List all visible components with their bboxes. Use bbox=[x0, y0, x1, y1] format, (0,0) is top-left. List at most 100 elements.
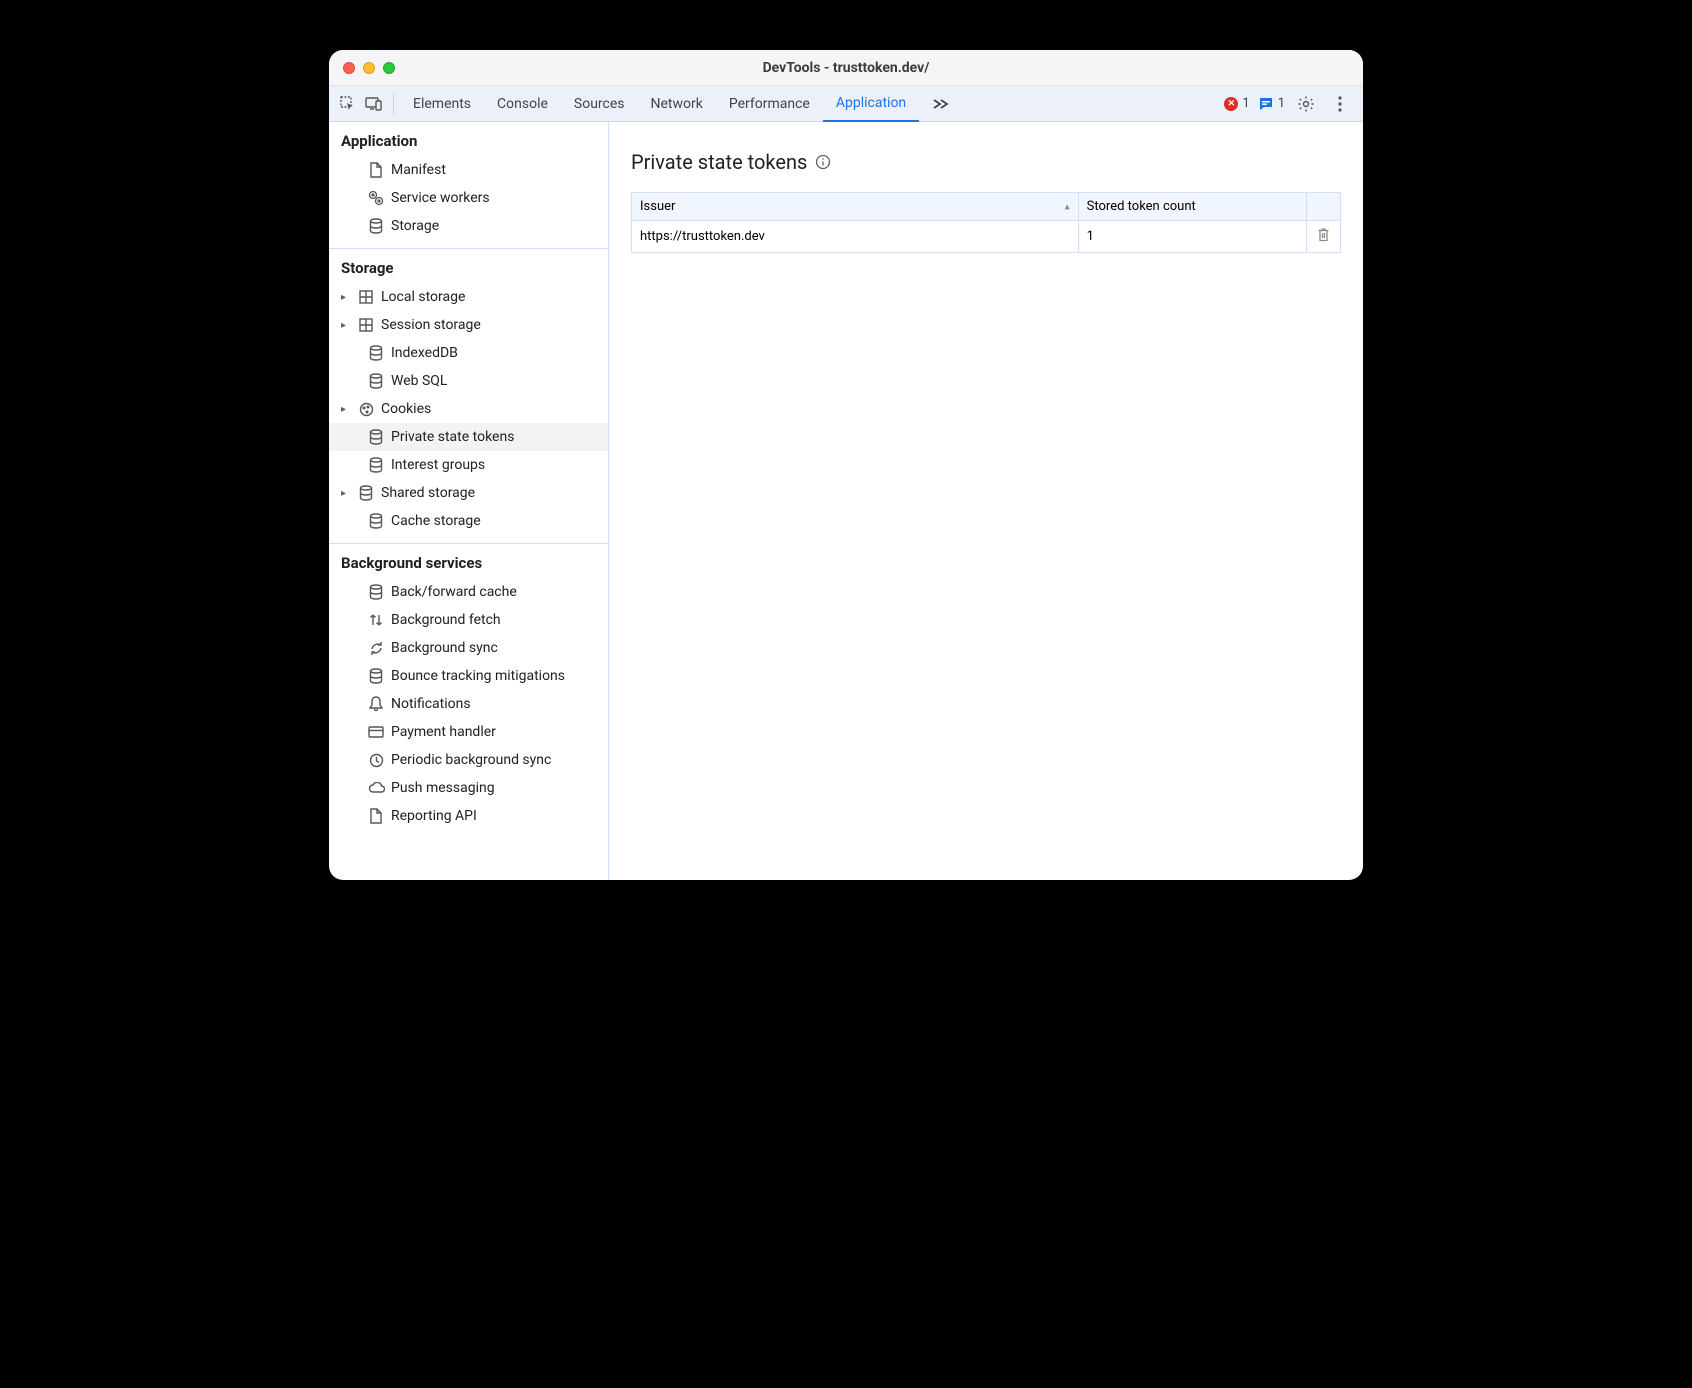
database-icon bbox=[367, 373, 385, 389]
section-title-storage: Storage bbox=[329, 249, 608, 283]
database-icon bbox=[357, 485, 375, 501]
sidebar-item-websql[interactable]: ▸ Web SQL bbox=[329, 367, 608, 395]
sidebar-item-label: Cookies bbox=[381, 401, 431, 417]
sync-icon bbox=[367, 641, 385, 656]
info-icon[interactable] bbox=[815, 154, 831, 170]
sidebar-item-label: Local storage bbox=[381, 289, 465, 305]
sidebar-item-label: IndexedDB bbox=[391, 345, 458, 361]
grid-icon bbox=[357, 290, 375, 304]
column-header-count[interactable]: Stored token count bbox=[1078, 193, 1306, 221]
bell-icon bbox=[367, 696, 385, 712]
sidebar-item-label: Reporting API bbox=[391, 808, 477, 824]
database-icon bbox=[367, 457, 385, 473]
more-tabs-button[interactable] bbox=[919, 86, 963, 121]
sidebar-item-bounce-tracking[interactable]: ▸Bounce tracking mitigations bbox=[329, 662, 608, 690]
chat-icon bbox=[1258, 96, 1274, 112]
trash-icon bbox=[1317, 227, 1330, 242]
cookie-icon bbox=[357, 402, 375, 417]
panel-heading-text: Private state tokens bbox=[631, 150, 807, 174]
tab-network[interactable]: Network bbox=[638, 86, 716, 121]
database-icon bbox=[367, 345, 385, 361]
file-icon bbox=[367, 162, 385, 178]
more-menu-icon[interactable] bbox=[1327, 96, 1353, 112]
sidebar-item-label: Payment handler bbox=[391, 724, 496, 740]
card-icon bbox=[367, 726, 385, 738]
settings-icon[interactable] bbox=[1293, 95, 1319, 113]
panel-tabs: Elements Console Sources Network Perform… bbox=[400, 86, 963, 121]
sidebar-item-label: Bounce tracking mitigations bbox=[391, 668, 565, 684]
sidebar-item-label: Background sync bbox=[391, 640, 498, 656]
sidebar-item-storage[interactable]: ▸ Storage bbox=[329, 212, 608, 240]
database-icon bbox=[367, 584, 385, 600]
sidebar-item-label: Interest groups bbox=[391, 457, 485, 473]
column-header-actions bbox=[1307, 193, 1341, 221]
updown-icon bbox=[367, 612, 385, 628]
sidebar-item-label: Notifications bbox=[391, 696, 471, 712]
tab-elements[interactable]: Elements bbox=[400, 86, 484, 121]
devtools-window: DevTools - trusttoken.dev/ Elements Cons… bbox=[329, 50, 1363, 880]
sidebar-item-label: Push messaging bbox=[391, 780, 495, 796]
main-panel: Private state tokens Issuer ▴ Stored tok… bbox=[609, 122, 1363, 880]
titlebar: DevTools - trusttoken.dev/ bbox=[329, 50, 1363, 86]
error-badge[interactable]: ✕ 1 bbox=[1224, 96, 1249, 111]
database-icon bbox=[367, 668, 385, 684]
sidebar-item-push-messaging[interactable]: ▸Push messaging bbox=[329, 774, 608, 802]
grid-icon bbox=[357, 318, 375, 332]
section-title-application: Application bbox=[329, 122, 608, 156]
sidebar-item-cookies[interactable]: ▸ Cookies bbox=[329, 395, 608, 423]
message-count: 1 bbox=[1278, 96, 1285, 111]
sort-indicator-icon: ▴ bbox=[1065, 201, 1070, 212]
sidebar-item-label: Periodic background sync bbox=[391, 752, 551, 768]
sidebar-item-label: Private state tokens bbox=[391, 429, 514, 445]
database-icon bbox=[367, 513, 385, 529]
sidebar-item-bfcache[interactable]: ▸Back/forward cache bbox=[329, 578, 608, 606]
table-header-row: Issuer ▴ Stored token count bbox=[632, 193, 1341, 221]
tab-sources[interactable]: Sources bbox=[561, 86, 638, 121]
sidebar-item-local-storage[interactable]: ▸ Local storage bbox=[329, 283, 608, 311]
tokens-table: Issuer ▴ Stored token count https://trus… bbox=[631, 192, 1341, 253]
sidebar-item-reporting-api[interactable]: ▸Reporting API bbox=[329, 802, 608, 830]
cell-count: 1 bbox=[1078, 221, 1306, 253]
table-row[interactable]: https://trusttoken.dev 1 bbox=[632, 221, 1341, 253]
cell-delete[interactable] bbox=[1307, 221, 1341, 253]
sidebar-item-payment-handler[interactable]: ▸Payment handler bbox=[329, 718, 608, 746]
sidebar-item-interest-groups[interactable]: ▸ Interest groups bbox=[329, 451, 608, 479]
panel-heading: Private state tokens bbox=[631, 150, 1341, 174]
sidebar-item-label: Cache storage bbox=[391, 513, 481, 529]
database-icon bbox=[367, 218, 385, 234]
device-toolbar-icon[interactable] bbox=[361, 96, 387, 112]
application-sidebar: Application ▸ Manifest ▸ Service workers… bbox=[329, 122, 609, 880]
database-icon bbox=[367, 429, 385, 445]
sidebar-item-session-storage[interactable]: ▸ Session storage bbox=[329, 311, 608, 339]
sidebar-item-background-fetch[interactable]: ▸Background fetch bbox=[329, 606, 608, 634]
cloud-icon bbox=[367, 782, 385, 794]
gears-icon bbox=[367, 190, 385, 206]
sidebar-item-indexeddb[interactable]: ▸ IndexedDB bbox=[329, 339, 608, 367]
tab-application[interactable]: Application bbox=[823, 86, 919, 122]
sidebar-item-label: Background fetch bbox=[391, 612, 501, 628]
sidebar-item-service-workers[interactable]: ▸ Service workers bbox=[329, 184, 608, 212]
tab-console[interactable]: Console bbox=[484, 86, 561, 121]
sidebar-item-shared-storage[interactable]: ▸ Shared storage bbox=[329, 479, 608, 507]
error-count: 1 bbox=[1242, 96, 1249, 111]
sidebar-item-label: Service workers bbox=[391, 190, 490, 206]
message-badge[interactable]: 1 bbox=[1258, 96, 1285, 112]
file-icon bbox=[367, 808, 385, 824]
sidebar-item-background-sync[interactable]: ▸Background sync bbox=[329, 634, 608, 662]
cell-issuer: https://trusttoken.dev bbox=[632, 221, 1079, 253]
sidebar-item-label: Back/forward cache bbox=[391, 584, 517, 600]
content-area: Application ▸ Manifest ▸ Service workers… bbox=[329, 122, 1363, 880]
sidebar-item-label: Session storage bbox=[381, 317, 481, 333]
clock-icon bbox=[367, 753, 385, 768]
column-header-issuer[interactable]: Issuer ▴ bbox=[632, 193, 1079, 221]
inspect-element-icon[interactable] bbox=[335, 96, 361, 112]
sidebar-item-cache-storage[interactable]: ▸ Cache storage bbox=[329, 507, 608, 535]
sidebar-item-label: Storage bbox=[391, 218, 439, 234]
devtools-toolbar: Elements Console Sources Network Perform… bbox=[329, 86, 1363, 122]
tab-performance[interactable]: Performance bbox=[716, 86, 823, 121]
sidebar-item-label: Web SQL bbox=[391, 373, 447, 389]
sidebar-item-manifest[interactable]: ▸ Manifest bbox=[329, 156, 608, 184]
sidebar-item-private-state-tokens[interactable]: ▸ Private state tokens bbox=[329, 423, 608, 451]
sidebar-item-notifications[interactable]: ▸Notifications bbox=[329, 690, 608, 718]
sidebar-item-periodic-sync[interactable]: ▸Periodic background sync bbox=[329, 746, 608, 774]
